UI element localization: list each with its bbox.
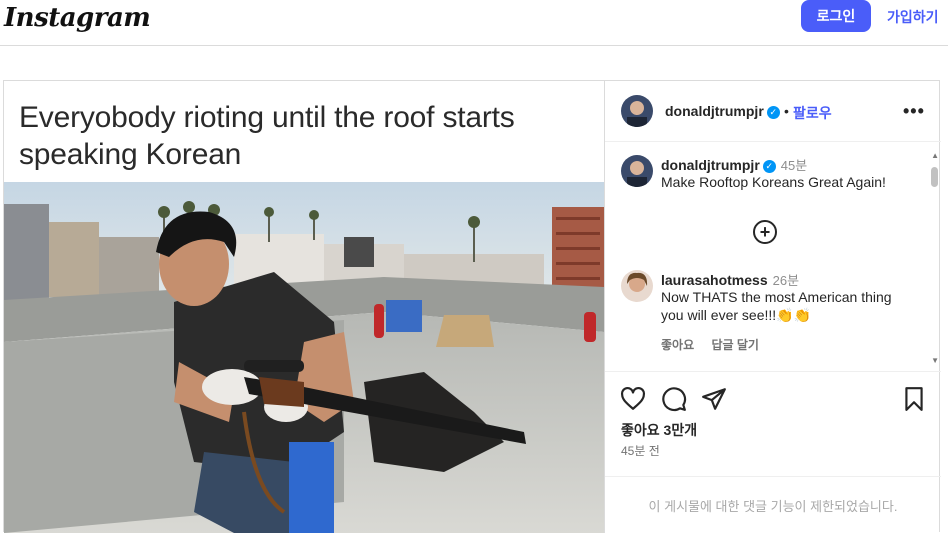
load-more-comments-icon[interactable]: +	[753, 220, 777, 244]
comment-username-text: laurasahotmess	[661, 272, 768, 288]
verified-badge-icon: ✓	[766, 105, 780, 119]
share-paper-plane-icon[interactable]	[701, 386, 727, 412]
comment-avatar-image	[621, 155, 653, 187]
comment-username-text: donaldjtrumpjr	[661, 157, 760, 173]
comment-time: 26분	[772, 273, 800, 288]
author-username[interactable]: donaldjtrumpjr ✓	[665, 103, 780, 119]
instagram-logo[interactable]: Instagram	[4, 3, 151, 33]
heart-icon[interactable]	[620, 386, 646, 412]
signup-link[interactable]: 가입하기	[887, 7, 939, 27]
comment-avatar[interactable]	[621, 270, 653, 302]
comments-list[interactable]: donaldjtrumpjr ✓ 45분 Make Rooftop Koreans …	[605, 143, 941, 371]
scrollbar-thumb[interactable]	[931, 167, 938, 187]
separator-dot: •	[784, 103, 789, 119]
more-options-icon[interactable]: •••	[903, 101, 925, 122]
scroll-up-arrow-icon[interactable]: ▲	[931, 151, 939, 160]
comment-text: Now THATS the most American thing you wi…	[661, 289, 892, 323]
author-avatar[interactable]	[621, 95, 653, 127]
comment-username[interactable]: donaldjtrumpjr ✓ 45분	[661, 155, 807, 174]
comment-reply-link[interactable]: 답글 달기	[711, 338, 759, 352]
top-nav-bar: Instagram 로그인 가입하기	[0, 0, 948, 46]
follow-button[interactable]: 팔로우	[793, 103, 832, 123]
comment-text: Make Rooftop Koreans Great Again!	[661, 174, 886, 190]
comment-avatar-image	[621, 270, 653, 302]
comment-avatar[interactable]	[621, 155, 653, 187]
author-username-text: donaldjtrumpjr	[665, 103, 764, 119]
comment-username[interactable]: laurasahotmess 26분	[661, 270, 799, 289]
comment-like-link[interactable]: 좋아요	[661, 338, 694, 352]
comment-actions: 좋아요 답글 달기	[661, 336, 773, 353]
meme-caption-text: Everyobody rioting until the roof starts…	[19, 101, 515, 171]
verified-badge-icon: ✓	[762, 159, 776, 173]
post-photo	[4, 182, 604, 533]
post-media[interactable]: Everyobody rioting until the roof starts…	[4, 81, 604, 533]
scroll-down-arrow-icon[interactable]: ▼	[931, 356, 939, 365]
comments-restricted-notice: 이 게시물에 대한 댓글 기능이 제한되었습니다.	[605, 476, 941, 533]
post-timestamp[interactable]: 45분 전	[621, 442, 660, 459]
comment-time: 45분	[780, 158, 808, 173]
post-side-panel: donaldjtrumpjr ✓ • 팔로우 ••• donaldjtrumpjr…	[604, 81, 941, 533]
bookmark-icon[interactable]	[901, 386, 927, 412]
author-avatar-image	[621, 95, 653, 127]
login-button[interactable]: 로그인	[801, 0, 871, 32]
post-container: Everyobody rioting until the roof starts…	[3, 80, 941, 533]
comment-bubble-icon[interactable]	[661, 386, 687, 412]
post-header: donaldjtrumpjr ✓ • 팔로우 •••	[605, 81, 941, 142]
likes-count[interactable]: 좋아요 3만개	[621, 420, 697, 440]
post-actions: 좋아요 3만개 45분 전	[605, 371, 941, 481]
